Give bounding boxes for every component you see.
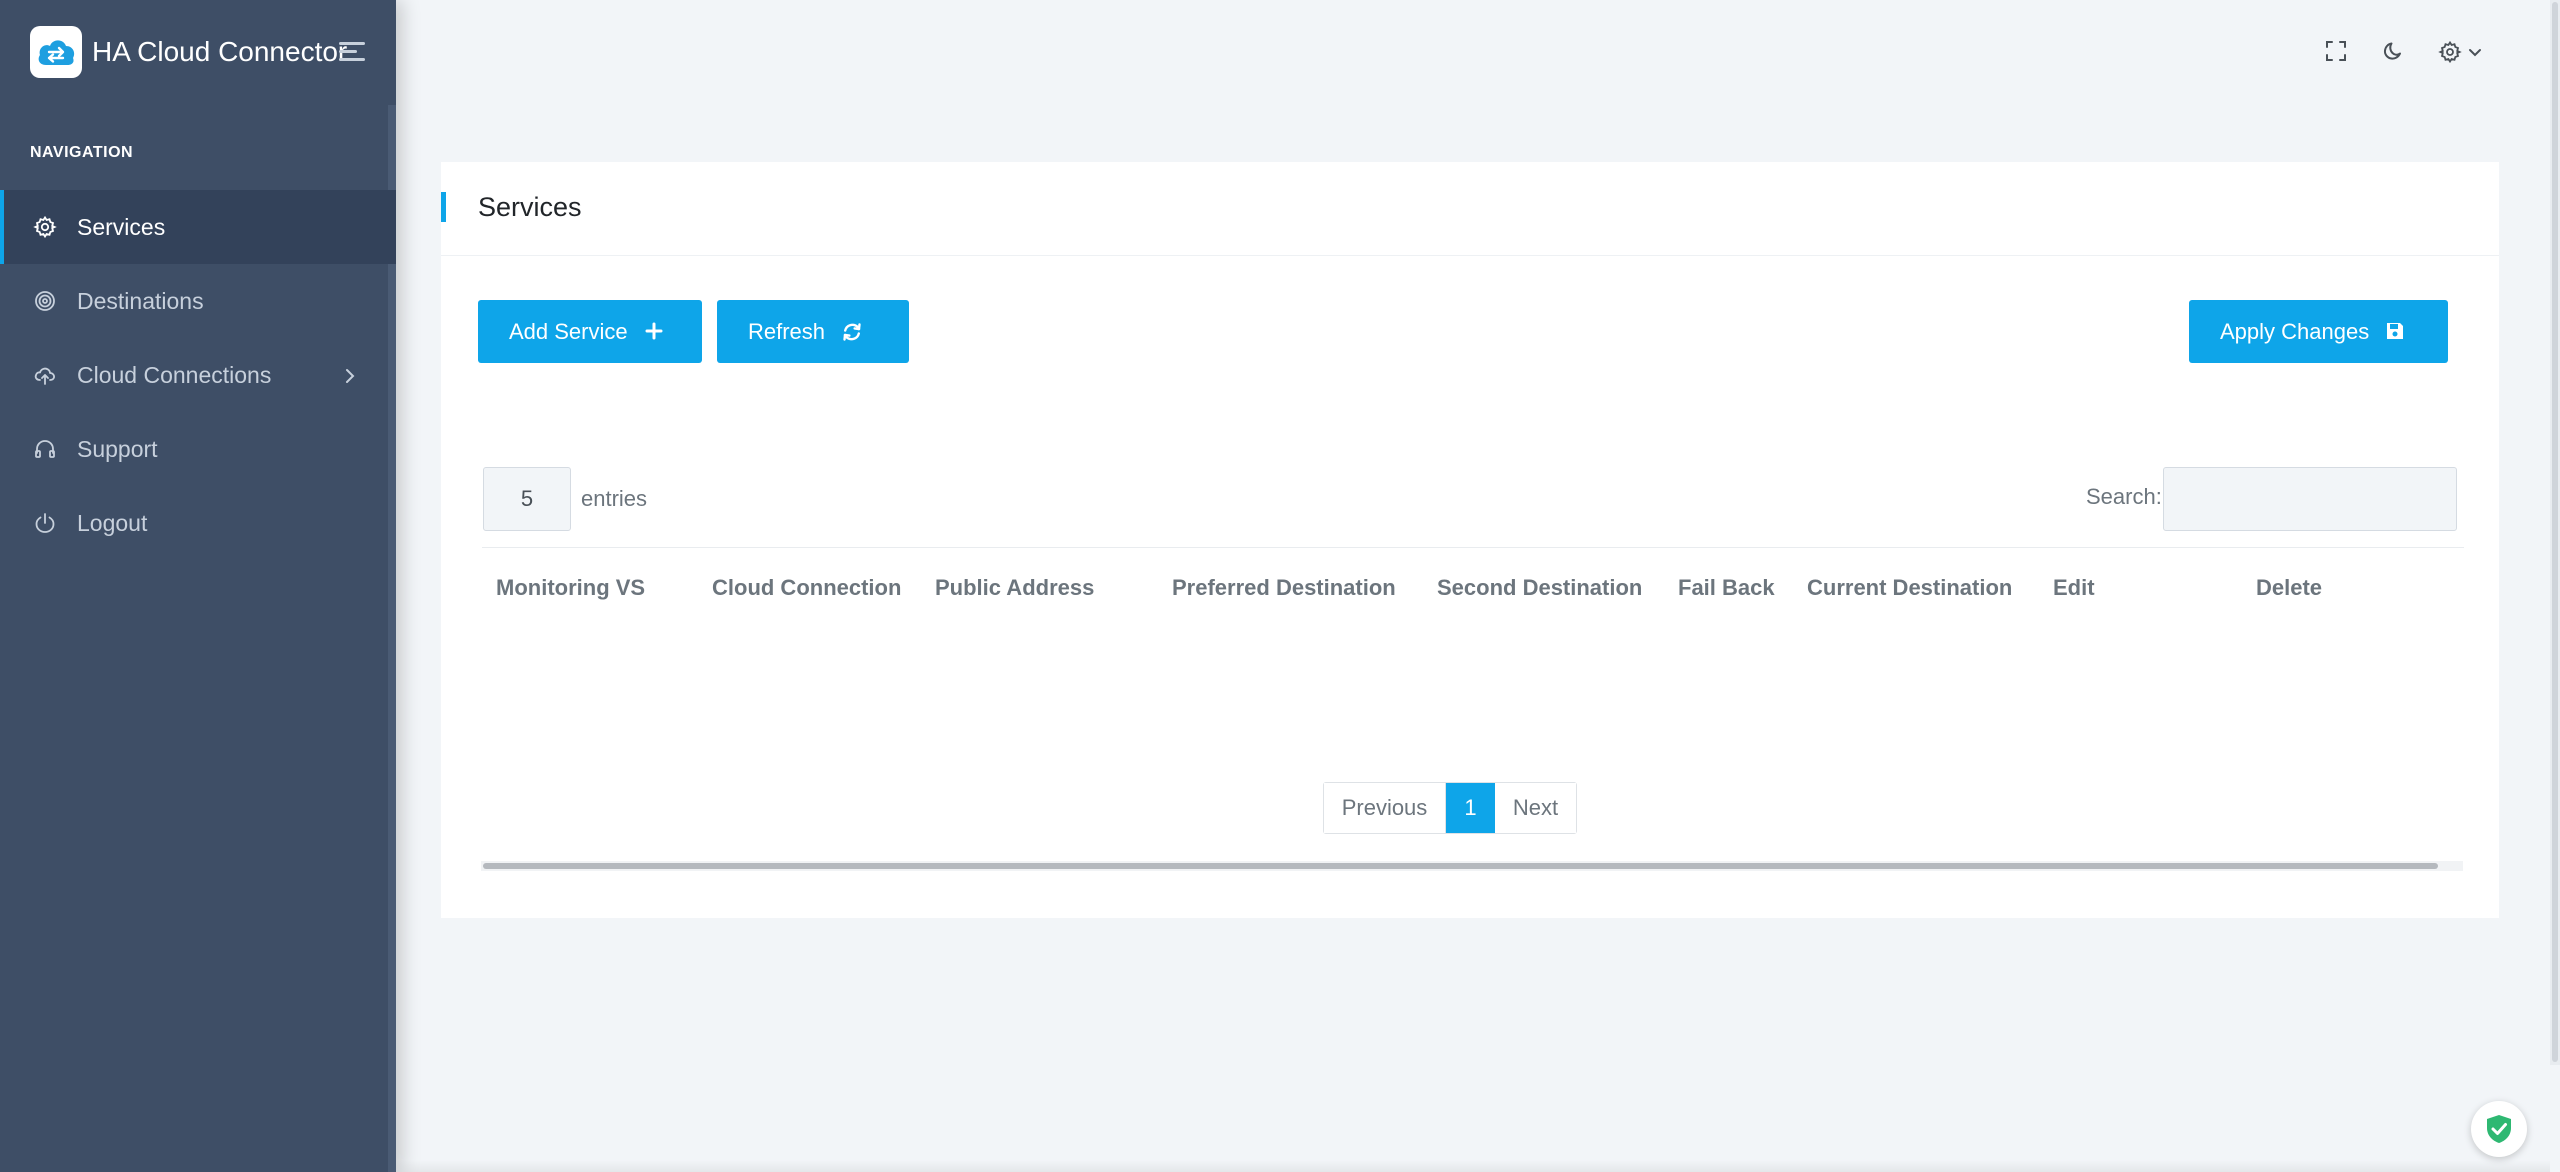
cloud-upload-icon — [33, 363, 57, 387]
page-scrollbar[interactable] — [2550, 0, 2560, 1065]
settings-dropdown[interactable] — [2438, 40, 2486, 66]
apply-changes-button[interactable]: Apply Changes — [2189, 300, 2448, 363]
column-header-preferred-destination[interactable]: Preferred Destination — [1172, 575, 1396, 601]
sidebar-item-label: Logout — [77, 509, 148, 536]
sidebar: HA Cloud Connector NAVIGATION Services D… — [0, 0, 396, 1172]
page-1-button[interactable]: 1 — [1446, 783, 1495, 833]
next-page-button[interactable]: Next — [1495, 783, 1576, 833]
chevron-right-icon — [340, 365, 360, 385]
search-input[interactable] — [2163, 467, 2457, 531]
moon-icon[interactable] — [2382, 40, 2408, 66]
sidebar-item-label: Support — [77, 435, 158, 462]
table-horizontal-scrollbar[interactable] — [481, 861, 2463, 871]
search-label: Search: — [2086, 484, 2162, 509]
title-accent-bar — [441, 192, 446, 222]
cloud-sync-logo-icon — [30, 26, 82, 78]
column-header-delete[interactable]: Delete — [2256, 575, 2322, 601]
save-icon — [2385, 321, 2407, 343]
power-icon — [33, 511, 57, 535]
column-header-cloud-connection[interactable]: Cloud Connection — [712, 575, 901, 601]
pagination: Previous 1 Next — [1323, 782, 1577, 834]
refresh-button[interactable]: Refresh — [717, 300, 909, 363]
card-header: Services — [441, 162, 2499, 256]
table-divider — [482, 547, 2464, 548]
add-service-label: Add Service — [509, 318, 628, 344]
plus-icon — [644, 321, 666, 343]
sidebar-item-logout[interactable]: Logout — [0, 486, 396, 560]
shield-check-icon[interactable] — [2471, 1101, 2527, 1157]
sidebar-item-destinations[interactable]: Destinations — [0, 264, 396, 338]
sidebar-item-support[interactable]: Support — [0, 412, 396, 486]
page-title: Services — [478, 192, 582, 222]
column-header-current-destination[interactable]: Current Destination — [1807, 575, 2012, 601]
settings-icon — [2438, 40, 2462, 68]
bottom-edge — [396, 1160, 2550, 1172]
sidebar-toggle-icon[interactable] — [339, 42, 365, 62]
chevron-down-icon — [2468, 46, 2482, 64]
entries-select[interactable]: 5 — [483, 467, 571, 531]
nav-list: Services Destinations Cloud Connections … — [0, 190, 396, 560]
sidebar-item-services[interactable]: Services — [0, 190, 396, 264]
entries-length: 5 entries — [483, 467, 647, 531]
column-header-second-destination[interactable]: Second Destination — [1437, 575, 1642, 601]
headphones-icon — [33, 437, 57, 461]
gear-icon — [33, 215, 57, 239]
nav-heading: NAVIGATION — [30, 144, 134, 161]
refresh-label: Refresh — [748, 318, 826, 344]
brand[interactable]: HA Cloud Connector — [30, 26, 347, 78]
page-scrollbar-thumb[interactable] — [2552, 2, 2558, 1062]
column-header-edit[interactable]: Edit — [2053, 575, 2095, 601]
apply-changes-label: Apply Changes — [2220, 318, 2370, 344]
sidebar-item-label: Cloud Connections — [77, 361, 272, 388]
column-header-public-address[interactable]: Public Address — [935, 575, 1094, 601]
sidebar-item-cloud-connections[interactable]: Cloud Connections — [0, 338, 396, 412]
scrollbar-thumb[interactable] — [483, 863, 2438, 869]
previous-page-button[interactable]: Previous — [1324, 783, 1446, 833]
add-service-button[interactable]: Add Service — [478, 300, 702, 363]
column-header-fail-back[interactable]: Fail Back — [1678, 575, 1775, 601]
app-title: HA Cloud Connector — [92, 36, 348, 67]
target-icon — [33, 289, 57, 313]
sidebar-item-label: Services — [77, 213, 166, 240]
entries-label: entries — [581, 486, 648, 511]
services-card: Services Add Service Refresh Apply Chang… — [441, 162, 2499, 918]
fullscreen-icon[interactable] — [2325, 40, 2351, 66]
column-header-monitoring-vs[interactable]: Monitoring VS — [496, 575, 645, 601]
sidebar-item-label: Destinations — [77, 287, 204, 314]
refresh-icon — [841, 321, 863, 343]
